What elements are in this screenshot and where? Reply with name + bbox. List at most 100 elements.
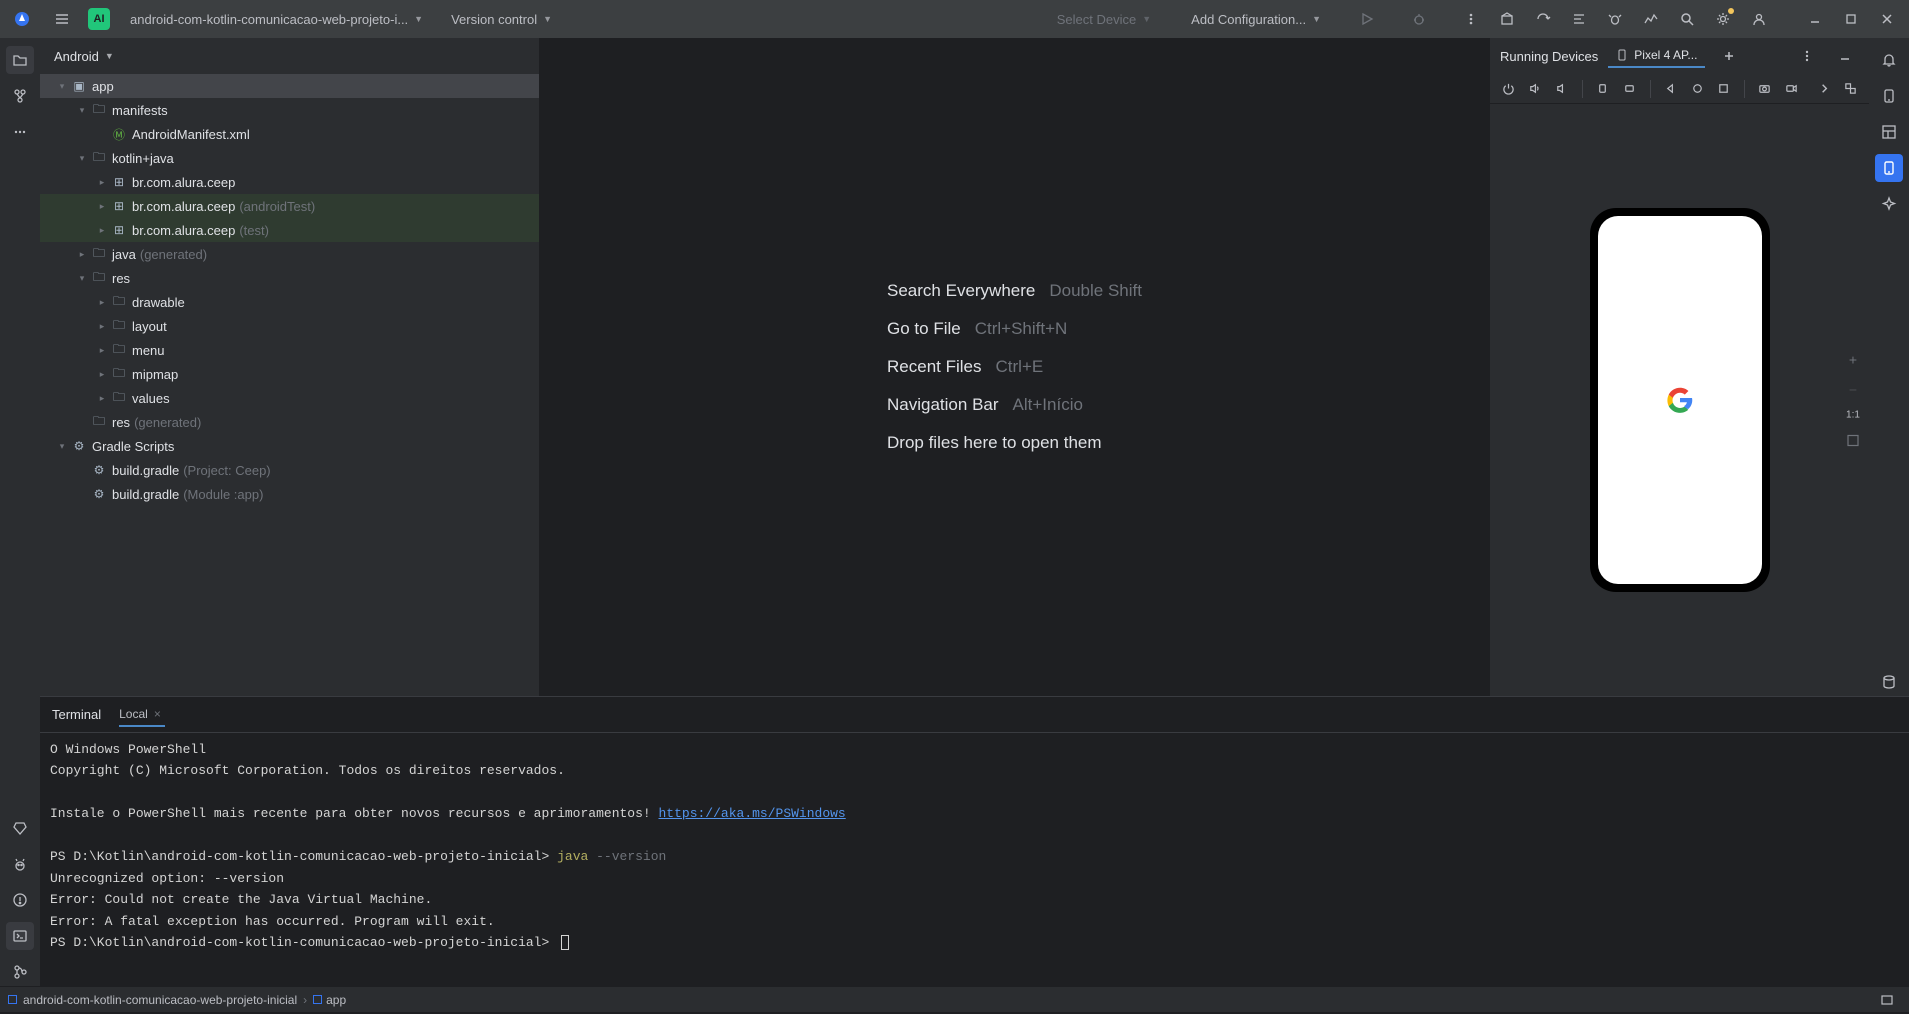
zoom-fit-button[interactable] bbox=[1843, 431, 1863, 451]
overview-button-icon[interactable] bbox=[1713, 75, 1734, 103]
tree-node-res[interactable]: ▾🗀res bbox=[40, 266, 539, 290]
settings-icon[interactable] bbox=[1709, 5, 1737, 33]
screenshot-icon[interactable] bbox=[1755, 75, 1776, 103]
resize-icon[interactable] bbox=[1840, 75, 1861, 103]
run-config-dropdown[interactable]: Add Configuration... ▼ bbox=[1183, 8, 1329, 31]
volume-down-icon[interactable] bbox=[1551, 75, 1572, 103]
account-icon[interactable] bbox=[1745, 5, 1773, 33]
home-button-icon[interactable] bbox=[1687, 75, 1708, 103]
panel-more-icon[interactable] bbox=[1793, 42, 1821, 70]
more-actions-button[interactable] bbox=[1457, 5, 1485, 33]
back-button-icon[interactable] bbox=[1660, 75, 1681, 103]
powershell-link[interactable]: https://aka.ms/PSWindows bbox=[659, 806, 846, 821]
add-device-button[interactable] bbox=[1715, 42, 1743, 70]
close-window-button[interactable] bbox=[1873, 5, 1901, 33]
version-control-label: Version control bbox=[451, 12, 537, 27]
minimize-window-button[interactable] bbox=[1801, 5, 1829, 33]
sync-icon[interactable] bbox=[1529, 5, 1557, 33]
more-tools-icon[interactable] bbox=[6, 118, 34, 146]
rotate-left-icon[interactable] bbox=[1592, 75, 1613, 103]
tree-node-manifest-file[interactable]: ▸ⓂAndroidManifest.xml bbox=[40, 122, 539, 146]
chevron-down-icon: ▼ bbox=[543, 14, 552, 24]
hint-drop: Drop files here to open them bbox=[887, 433, 1102, 453]
zoom-reset-button[interactable]: 1:1 bbox=[1846, 410, 1860, 421]
project-tree: ▾▣app ▾🗀manifests ▸ⓂAndroidManifest.xml … bbox=[40, 74, 539, 696]
debug-button[interactable] bbox=[1405, 5, 1433, 33]
tree-node-gradle-scripts[interactable]: ▾⚙Gradle Scripts bbox=[40, 434, 539, 458]
logcat-tool-icon[interactable] bbox=[6, 850, 34, 878]
ai-project-badge: AI bbox=[88, 8, 110, 30]
ai-assistant-tool-icon[interactable] bbox=[1875, 190, 1903, 218]
tree-node-package-test[interactable]: ▸⊞br.com.alura.ceep(test) bbox=[40, 218, 539, 242]
tree-node-package-main[interactable]: ▸⊞br.com.alura.ceep bbox=[40, 170, 539, 194]
profiler-icon[interactable] bbox=[1637, 5, 1665, 33]
project-view-label: Android bbox=[54, 49, 99, 64]
hamburger-menu-icon[interactable] bbox=[48, 5, 76, 33]
structure-tool-icon[interactable] bbox=[6, 82, 34, 110]
device-manager-tool-icon[interactable] bbox=[1875, 82, 1903, 110]
database-tool-icon[interactable] bbox=[1875, 668, 1903, 696]
maximize-window-button[interactable] bbox=[1837, 5, 1865, 33]
gems-tool-icon[interactable] bbox=[6, 814, 34, 842]
tree-node-mipmap[interactable]: ▸🗀mipmap bbox=[40, 362, 539, 386]
select-device-dropdown[interactable]: Select Device ▼ bbox=[1049, 8, 1159, 31]
project-view-dropdown[interactable]: Android ▼ bbox=[40, 38, 539, 74]
status-widget-icon[interactable] bbox=[1873, 986, 1901, 1014]
problems-tool-icon[interactable] bbox=[6, 886, 34, 914]
phone-frame bbox=[1590, 208, 1770, 592]
phone-screen[interactable] bbox=[1598, 216, 1762, 584]
volume-up-icon[interactable] bbox=[1525, 75, 1546, 103]
terminal-tool-icon[interactable] bbox=[6, 922, 34, 950]
record-icon[interactable] bbox=[1781, 75, 1802, 103]
hint-search-shortcut: Double Shift bbox=[1049, 281, 1142, 301]
chevron-right-icon[interactable] bbox=[1814, 75, 1835, 103]
close-icon[interactable]: × bbox=[154, 707, 161, 721]
terminal-tab-local[interactable]: Local × bbox=[119, 703, 165, 727]
hint-goto-shortcut: Ctrl+Shift+N bbox=[975, 319, 1068, 339]
tree-node-manifests[interactable]: ▾🗀manifests bbox=[40, 98, 539, 122]
run-button[interactable] bbox=[1353, 5, 1381, 33]
tree-node-menu[interactable]: ▸🗀menu bbox=[40, 338, 539, 362]
running-devices-tool-icon[interactable] bbox=[1875, 154, 1903, 182]
search-icon[interactable] bbox=[1673, 5, 1701, 33]
hint-search: Search Everywhere bbox=[887, 281, 1035, 301]
notifications-tool-icon[interactable] bbox=[1875, 46, 1903, 74]
editor-area[interactable]: Search EverywhereDouble Shift Go to File… bbox=[540, 38, 1489, 696]
chevron-down-icon: ▼ bbox=[1312, 14, 1321, 24]
tree-node-res-generated[interactable]: ▸🗀res(generated) bbox=[40, 410, 539, 434]
zoom-in-button[interactable]: + bbox=[1843, 350, 1863, 370]
tree-node-build-gradle-module[interactable]: ▸⚙build.gradle(Module :app) bbox=[40, 482, 539, 506]
device-tab[interactable]: Pixel 4 AP... bbox=[1608, 44, 1705, 68]
version-control-dropdown[interactable]: Version control ▼ bbox=[443, 8, 560, 31]
breadcrumb-app[interactable]: app bbox=[313, 993, 346, 1007]
tree-node-package-androidtest[interactable]: ▸⊞br.com.alura.ceep(androidTest) bbox=[40, 194, 539, 218]
build-icon[interactable] bbox=[1493, 5, 1521, 33]
breadcrumb-project[interactable]: android-com-kotlin-comunicacao-web-proje… bbox=[23, 993, 297, 1007]
select-device-label: Select Device bbox=[1057, 12, 1136, 27]
project-tool-icon[interactable] bbox=[6, 46, 34, 74]
vcs-tool-icon[interactable] bbox=[6, 958, 34, 986]
tree-node-drawable[interactable]: ▸🗀drawable bbox=[40, 290, 539, 314]
panel-minimize-icon[interactable] bbox=[1831, 42, 1859, 70]
tree-node-build-gradle-project[interactable]: ▸⚙build.gradle(Project: Ceep) bbox=[40, 458, 539, 482]
emulator-viewport[interactable]: + − 1:1 bbox=[1490, 104, 1869, 696]
module-icon bbox=[8, 995, 17, 1004]
emulator-toolbar bbox=[1490, 74, 1869, 104]
app-logo-icon[interactable] bbox=[8, 5, 36, 33]
tree-node-app[interactable]: ▾▣app bbox=[40, 74, 539, 98]
rotate-right-icon[interactable] bbox=[1619, 75, 1640, 103]
terminal-cursor bbox=[561, 935, 569, 950]
terminal-output[interactable]: O Windows PowerShell Copyright (C) Micro… bbox=[40, 733, 1909, 986]
tree-node-java-generated[interactable]: ▸🗀java(generated) bbox=[40, 242, 539, 266]
chevron-down-icon: ▼ bbox=[105, 51, 114, 61]
code-format-icon[interactable] bbox=[1565, 5, 1593, 33]
zoom-out-button[interactable]: − bbox=[1843, 380, 1863, 400]
layout-inspector-tool-icon[interactable] bbox=[1875, 118, 1903, 146]
tree-node-values[interactable]: ▸🗀values bbox=[40, 386, 539, 410]
bug-icon[interactable] bbox=[1601, 5, 1629, 33]
project-name-dropdown[interactable]: android-com-kotlin-comunicacao-web-proje… bbox=[122, 8, 431, 31]
terminal-panel: Terminal Local × O Windows PowerShell Co… bbox=[40, 696, 1909, 986]
tree-node-kotlin-java[interactable]: ▾🗀kotlin+java bbox=[40, 146, 539, 170]
power-icon[interactable] bbox=[1498, 75, 1519, 103]
tree-node-layout[interactable]: ▸🗀layout bbox=[40, 314, 539, 338]
